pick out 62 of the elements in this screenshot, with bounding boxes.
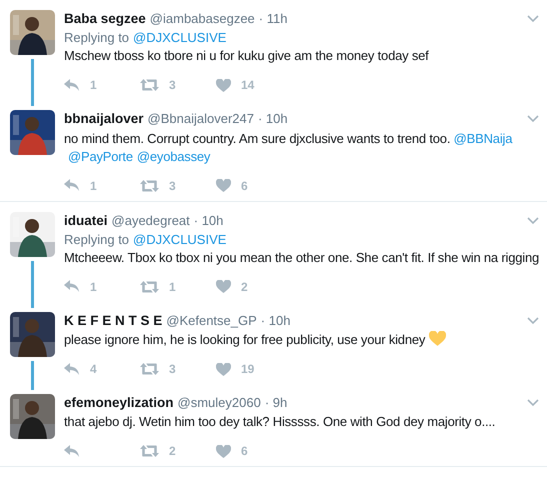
chevron-down-icon[interactable]: [527, 316, 539, 325]
action-count: 6: [241, 443, 248, 460]
user-name[interactable]: Baba segzee: [64, 9, 146, 30]
action-count: 1: [90, 278, 97, 296]
mention-link[interactable]: @eyobassey: [136, 148, 210, 166]
reply-icon[interactable]: [64, 179, 80, 192]
user-handle[interactable]: @Kefentse_GP: [166, 310, 257, 330]
chevron-down-icon[interactable]: [527, 15, 539, 24]
retweet-icon[interactable]: [140, 79, 159, 92]
mention-link[interactable]: @PayPorte: [68, 148, 133, 166]
action-count: 2: [241, 278, 248, 296]
reply-icon[interactable]: [64, 362, 80, 376]
chevron-down-icon[interactable]: [527, 216, 539, 225]
tweet-time[interactable]: · 9h: [264, 393, 288, 412]
action-count: 3: [169, 361, 176, 378]
tweet-text: Mtcheeew. Tbox ko tbox ni you mean the other one. She can't fit. If she win na rigging: [64, 248, 539, 267]
chevron-down-icon[interactable]: [527, 399, 539, 408]
action-count: 1: [90, 178, 97, 194]
heart-icon[interactable]: [216, 280, 231, 294]
action-count: 3: [169, 77, 176, 94]
heart-icon[interactable]: [216, 444, 231, 458]
tweet-text: that ajebo dj. Wetin him too dey talk? Hisssss. One with God dey majority o....: [64, 413, 496, 432]
retweet-icon[interactable]: [140, 445, 159, 458]
retweet-icon[interactable]: [140, 280, 159, 293]
reply-icon[interactable]: [64, 280, 80, 294]
action-count: 4: [90, 361, 97, 378]
replying-label: Replying to: [64, 29, 130, 48]
action-count: 3: [169, 178, 176, 194]
heart-icon: [428, 331, 446, 346]
chevron-down-icon[interactable]: [527, 115, 539, 124]
retweet-icon[interactable]: [140, 363, 159, 375]
action-count: 19: [241, 361, 254, 378]
heart-icon[interactable]: [216, 78, 231, 92]
mention-link[interactable]: @DJXCLUSIVE: [133, 230, 226, 249]
heart-icon[interactable]: [216, 179, 231, 192]
user-name[interactable]: iduatei: [64, 210, 108, 231]
action-count: 1: [169, 278, 176, 296]
tweet-time[interactable]: · 11h: [258, 9, 288, 28]
heart-icon[interactable]: [216, 362, 231, 376]
user-handle[interactable]: @Bbnaijalover247: [148, 109, 254, 129]
retweet-icon[interactable]: [140, 180, 159, 192]
action-count: 6: [241, 178, 248, 194]
user-name[interactable]: bbnaijalover: [64, 109, 144, 130]
tweet-time[interactable]: · 10h: [260, 310, 290, 330]
action-count: 2: [169, 443, 176, 460]
tweet-text: no mind them. Corrupt country. Am sure djxclusive wants to trend too. @BBNaija @PayPorte @eyobassey: [64, 130, 514, 166]
user-handle[interactable]: @ayedegreat: [112, 210, 190, 230]
action-count: 14: [241, 77, 254, 94]
mention-link[interactable]: @DJXCLUSIVE: [133, 29, 226, 48]
action-count: 1: [90, 77, 97, 94]
tweet-time[interactable]: · 10h: [194, 210, 224, 230]
reply-icon[interactable]: [64, 78, 80, 92]
tweet-time[interactable]: · 10h: [258, 109, 288, 129]
tweet-text: Mschew tboss ko tbore ni u for kuku give am the money today sef: [64, 47, 430, 66]
replying-label: Replying to: [64, 230, 130, 249]
user-name[interactable]: K E F E N T S E: [64, 310, 162, 331]
user-name[interactable]: efemoneylization: [64, 393, 174, 414]
user-handle[interactable]: @iambabasegzee: [150, 9, 255, 28]
tweet-text: please ignore him, he is looking for free publicity, use your kidney: [64, 331, 539, 349]
reply-icon[interactable]: [64, 444, 80, 458]
mention-link[interactable]: @BBNaija: [454, 130, 512, 148]
user-handle[interactable]: @smuley2060: [178, 393, 261, 412]
